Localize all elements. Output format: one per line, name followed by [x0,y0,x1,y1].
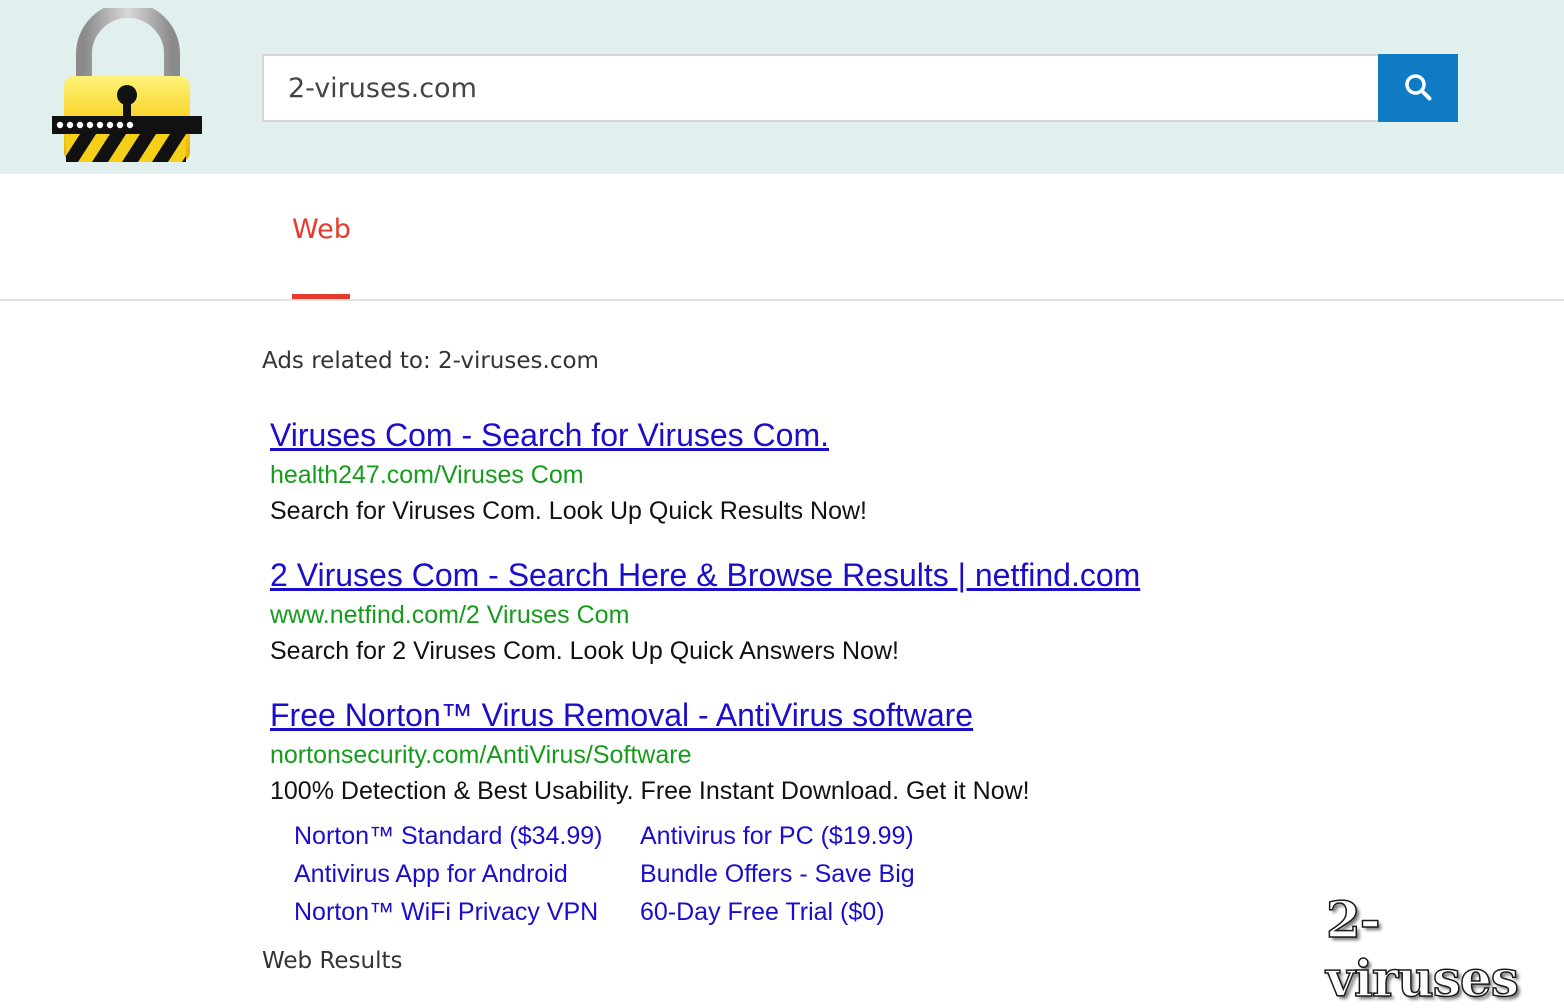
ad-display-url: nortonsecurity.com/AntiVirus/Software [270,741,692,769]
ad-display-url: www.netfind.com/2 Viruses Com [270,601,630,629]
ad-result: Free Norton™ Virus Removal - AntiVirus s… [270,695,1030,809]
ad-display-url: health247.com/Viruses Com [270,461,584,489]
search-icon [1404,73,1432,104]
sitelink-wifi-privacy-vpn[interactable]: Norton™ WiFi Privacy VPN [294,894,640,930]
search-button[interactable] [1378,54,1458,122]
ads-heading: Ads related to: 2-viruses.com [262,348,599,374]
tabs-divider [0,299,1564,301]
ad-result: Viruses Com - Search for Viruses Com. he… [270,415,867,529]
tab-web[interactable]: Web [292,214,351,245]
sitelink-antivirus-pc[interactable]: Antivirus for PC ($19.99) [640,818,915,854]
watermark-logo: 2-viruses [1325,889,1519,1008]
web-results-heading: Web Results [262,948,403,974]
ad-title-link[interactable]: Viruses Com - Search for Viruses Com. [270,415,867,455]
ad-description: Search for 2 Viruses Com. Look Up Quick … [270,637,899,665]
ad-result: 2 Viruses Com - Search Here & Browse Res… [270,555,1140,669]
sitelink-bundle-offers[interactable]: Bundle Offers - Save Big [640,856,915,892]
sitelink-norton-standard[interactable]: Norton™ Standard ($34.99) [294,818,640,854]
header-bar [0,0,1564,174]
sitelink-free-trial[interactable]: 60-Day Free Trial ($0) [640,894,915,930]
search-input[interactable] [262,54,1378,122]
ad-sitelinks: Norton™ Standard ($34.99) Antivirus for … [294,818,915,930]
ad-title-link[interactable]: Free Norton™ Virus Removal - AntiVirus s… [270,695,1030,735]
ad-title-link[interactable]: 2 Viruses Com - Search Here & Browse Res… [270,555,1140,595]
sitelink-antivirus-android[interactable]: Antivirus App for Android [294,856,640,892]
ad-description: Search for Viruses Com. Look Up Quick Re… [270,497,867,525]
padlock-logo-icon[interactable] [48,2,208,168]
ad-description: 100% Detection & Best Usability. Free In… [270,777,1030,805]
